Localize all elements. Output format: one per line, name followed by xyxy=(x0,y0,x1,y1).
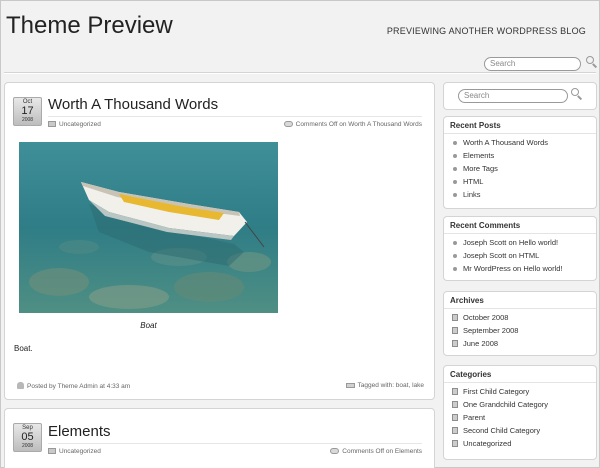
recent-comment-item: Joseph Scott on Hello world! xyxy=(452,236,596,249)
post-title[interactable]: Elements xyxy=(48,423,111,440)
comment-on-text: on xyxy=(508,238,517,247)
category-link[interactable]: First Child Category xyxy=(463,387,529,396)
post-body: Boat. xyxy=(14,344,33,353)
comment-icon xyxy=(330,448,340,454)
calendar-icon xyxy=(452,314,458,321)
comment-post-link[interactable]: Hello world! xyxy=(519,238,558,247)
site-description: PREVIEWING ANOTHER WORDPRESS BLOG xyxy=(386,26,586,36)
post-comments-link[interactable]: Comments Off on Worth A Thousand Words xyxy=(296,121,422,128)
post-title[interactable]: Worth A Thousand Words xyxy=(48,96,218,113)
archive-item[interactable]: September 2008 xyxy=(452,324,596,337)
post-comments-link[interactable]: Comments Off on Elements xyxy=(342,448,422,455)
boat-photo[interactable] xyxy=(19,142,278,313)
category-item[interactable]: Parent xyxy=(452,411,596,424)
recent-post-link[interactable]: More Tags xyxy=(452,162,596,175)
calendar-icon xyxy=(452,340,458,347)
category-link[interactable]: Second Child Category xyxy=(463,426,540,435)
comment-on-text: on xyxy=(508,251,517,260)
post-tags[interactable]: Tagged with: boat, lake xyxy=(358,382,425,389)
post-article: Oct 17 2008 Worth A Thousand Words Uncat… xyxy=(4,82,435,400)
archive-link[interactable]: October 2008 xyxy=(463,313,508,322)
widget-title: Recent Comments xyxy=(444,217,596,234)
recent-post-link[interactable]: Elements xyxy=(452,149,596,162)
recent-posts-widget: Recent Posts Worth A Thousand Words Elem… xyxy=(443,116,597,209)
user-icon xyxy=(17,382,24,389)
comment-post-link[interactable]: HTML xyxy=(519,251,539,260)
folder-icon xyxy=(452,401,458,408)
category-link[interactable]: Uncategorized xyxy=(463,439,511,448)
widget-title: Categories xyxy=(444,366,596,383)
folder-icon xyxy=(452,440,458,447)
post-date-badge: Oct 17 2008 xyxy=(13,97,42,126)
post-meta: Uncategorized Comments Off on Elements xyxy=(48,443,422,455)
comment-on-text: on xyxy=(512,264,522,273)
post-date-year: 2008 xyxy=(21,117,34,123)
header-search-input[interactable]: Search xyxy=(484,57,581,71)
sidebar-search-input[interactable]: Search xyxy=(458,89,568,103)
category-item[interactable]: First Child Category xyxy=(452,385,596,398)
tag-icon xyxy=(345,383,355,388)
post-category-link[interactable]: Uncategorized xyxy=(59,448,101,455)
folder-icon xyxy=(452,414,458,421)
category-item[interactable]: Uncategorized xyxy=(452,437,596,450)
post-category-link[interactable]: Uncategorized xyxy=(59,121,101,128)
header-divider xyxy=(4,72,596,74)
folder-icon xyxy=(48,121,56,127)
archives-widget: Archives October 2008 September 2008 Jun… xyxy=(443,291,597,356)
recent-comment-item: Mr WordPress on Hello world! xyxy=(452,262,596,275)
image-caption: Boat xyxy=(140,321,157,330)
comment-author-link[interactable]: Joseph Scott xyxy=(463,251,506,260)
post-date-day: 17 xyxy=(21,105,34,117)
categories-widget: Categories First Child Category One Gran… xyxy=(443,365,597,460)
post-date-badge: Sep 05 2008 xyxy=(13,423,42,452)
folder-icon xyxy=(452,427,458,434)
archive-item[interactable]: June 2008 xyxy=(452,337,596,350)
recent-post-link[interactable]: Worth A Thousand Words xyxy=(452,136,596,149)
comment-author-link[interactable]: Mr WordPress xyxy=(463,264,511,273)
archive-link[interactable]: June 2008 xyxy=(463,339,498,348)
category-link[interactable]: One Grandchild Category xyxy=(463,400,548,409)
category-item[interactable]: One Grandchild Category xyxy=(452,398,596,411)
widget-title: Recent Posts xyxy=(444,117,596,134)
search-icon[interactable] xyxy=(586,56,598,68)
folder-icon xyxy=(48,448,56,454)
comment-icon xyxy=(283,121,293,127)
category-item[interactable]: Second Child Category xyxy=(452,424,596,437)
recent-comment-item: Joseph Scott on HTML xyxy=(452,249,596,262)
widget-title: Archives xyxy=(444,292,596,309)
recent-comments-widget: Recent Comments Joseph Scott on Hello wo… xyxy=(443,216,597,281)
post-meta: Uncategorized Comments Off on Worth A Th… xyxy=(48,116,422,128)
folder-icon xyxy=(452,388,458,395)
archive-link[interactable]: September 2008 xyxy=(463,326,518,335)
post-date-day: 05 xyxy=(21,431,34,443)
comment-author-link[interactable]: Joseph Scott xyxy=(463,238,506,247)
archive-item[interactable]: October 2008 xyxy=(452,311,596,324)
sidebar-search-widget: Search xyxy=(443,82,597,110)
category-link[interactable]: Parent xyxy=(463,413,485,422)
post-article: Sep 05 2008 Elements Uncategorized Comme… xyxy=(4,408,435,468)
site-title[interactable]: Theme Preview xyxy=(6,12,173,40)
post-author-line: Posted by Theme Admin at 4:33 am xyxy=(27,383,131,390)
recent-post-link[interactable]: Links xyxy=(452,188,596,201)
post-date-year: 2008 xyxy=(21,443,34,449)
calendar-icon xyxy=(452,327,458,334)
comment-post-link[interactable]: Hello world! xyxy=(523,264,562,273)
search-icon[interactable] xyxy=(571,88,583,100)
recent-post-link[interactable]: HTML xyxy=(452,175,596,188)
